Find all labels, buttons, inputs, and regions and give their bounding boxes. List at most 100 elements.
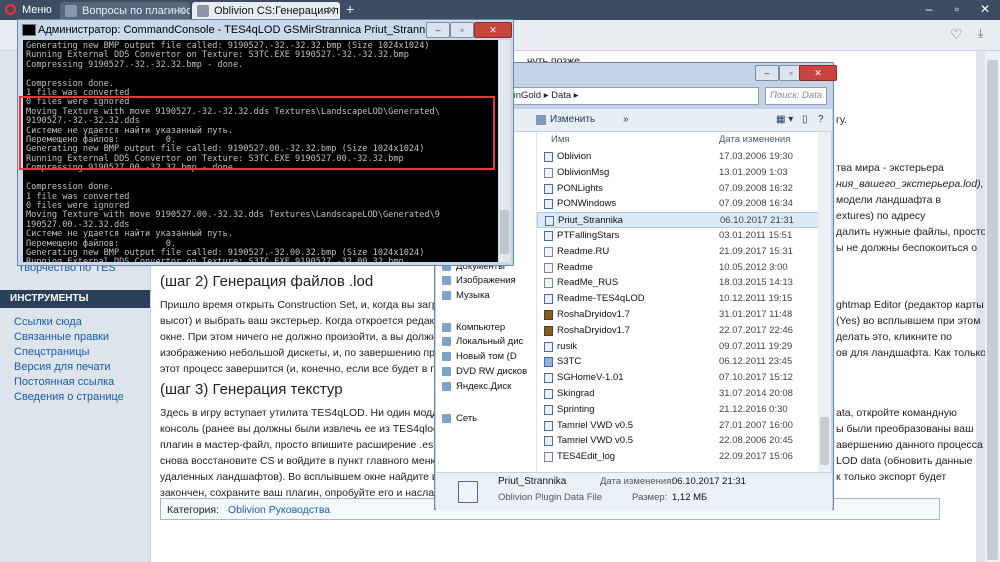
tab-forum-questions[interactable]: Вопросы по плагиностр ✕ — [60, 2, 190, 20]
file-row[interactable]: Priut_Strannika 06.10.2017 21:31 — [537, 212, 819, 228]
minimize-window-icon[interactable]: – — [755, 65, 779, 81]
paragraph-line: плагин в мастер-файл, просто впишите рас… — [160, 439, 434, 451]
opera-menu-button[interactable]: Меню — [0, 0, 58, 20]
details-file-type: Oblivion Plugin Data File — [498, 492, 603, 503]
esp-file-icon — [458, 481, 478, 503]
nav-item[interactable]: Музыка — [442, 289, 490, 302]
file-row[interactable]: PTFallingStars 03.01.2011 15:51 — [537, 228, 819, 244]
minimize-window-icon[interactable]: – — [916, 0, 942, 18]
toolbar-more-button[interactable]: » — [623, 109, 629, 131]
file-row[interactable]: Readme 10.05.2012 3:00 — [537, 260, 819, 276]
column-header-date[interactable]: Дата изменения — [719, 134, 790, 145]
details-size-label: Размер: — [632, 492, 668, 503]
nav-item[interactable]: Яндекс.Диск — [442, 380, 511, 393]
paragraph-line: изображению небольшой дискеты, и, по зав… — [160, 347, 434, 359]
new-tab-button[interactable]: + — [346, 1, 354, 17]
file-row[interactable]: RoshaDryidov1.7 31.01.2017 11:48 — [537, 307, 819, 323]
views-icon[interactable]: ▦ ▾ — [776, 109, 793, 131]
change-view-button[interactable]: Изменить — [550, 109, 595, 131]
content-fragment: ния_вашего_экстерьера.lod), — [836, 178, 984, 190]
file-row[interactable]: PONWindows 07.09.2008 16:34 — [537, 196, 819, 212]
sidebar-link-permalink[interactable]: Постоянная ссылка — [14, 376, 114, 388]
file-date: 06.10.2017 21:31 — [720, 215, 794, 227]
content-fragment: гу. — [836, 114, 847, 126]
file-icon — [544, 404, 553, 415]
details-date-label: Дата изменения: — [600, 476, 675, 487]
sidebar-link-special-pages[interactable]: Спецстраницы — [14, 346, 89, 358]
file-row[interactable]: Oblivion 17.03.2006 19:30 — [537, 149, 819, 165]
nav-item-icon — [442, 367, 451, 376]
file-icon — [544, 278, 553, 289]
file-row[interactable]: Readme-TES4qLOD 10.12.2011 19:15 — [537, 291, 819, 307]
column-header-name[interactable]: Имя — [551, 134, 570, 145]
minimize-window-icon[interactable]: – — [426, 22, 450, 38]
file-name: Tamriel VWD v0.5 — [557, 419, 634, 431]
sidebar-link-related-changes[interactable]: Связанные правки — [14, 331, 109, 343]
sidebar-link-page-info[interactable]: Сведения о странице — [14, 391, 124, 403]
file-name: Oblivion — [557, 151, 592, 162]
details-date-value: 06.10.2017 21:31 — [672, 476, 746, 487]
file-row[interactable]: SGHomeV-1.01 07.10.2017 15:12 — [537, 370, 819, 386]
tab-favicon-icon — [65, 5, 77, 17]
file-row[interactable]: rusik 09.07.2011 19:29 — [537, 339, 819, 355]
file-date: 07.09.2008 16:34 — [719, 198, 793, 210]
nav-item[interactable]: Изображения — [442, 274, 516, 287]
help-icon[interactable]: ? — [818, 109, 824, 131]
paragraph-line: этот процесс завершится (и, конечно, есл… — [160, 363, 434, 375]
file-name: Readme.RU — [557, 245, 610, 257]
file-row[interactable]: Sprinting 21.12.2016 0:30 — [537, 402, 819, 418]
file-name: rusik — [557, 340, 578, 352]
file-date: 18.03.2015 14:13 — [719, 277, 793, 289]
sidebar-link-whatlinkshere[interactable]: Ссылки сюда — [14, 316, 82, 328]
page-scrollbar-thumb[interactable] — [987, 60, 998, 560]
file-row[interactable]: ReadMe_RUS 18.03.2015 14:13 — [537, 275, 819, 291]
download-icon[interactable]: ⤓ — [978, 26, 983, 41]
nav-item[interactable]: Локальный дис — [442, 335, 523, 348]
explorer-scrollbar-thumb[interactable] — [820, 417, 829, 465]
close-tab-icon[interactable]: ✕ — [327, 2, 336, 20]
close-window-icon[interactable]: ✕ — [972, 0, 998, 18]
file-date: 31.07.2014 20:08 — [719, 388, 793, 399]
nav-item-label: Музыка — [456, 290, 490, 301]
section-heading-step3: (шаг 3) Генерация текстур — [160, 381, 343, 398]
nav-item[interactable]: Новый том (D — [442, 350, 517, 363]
close-window-icon[interactable]: ✕ — [474, 22, 512, 38]
paragraph-line: снова восстановите CS и войдите в пункт … — [160, 455, 434, 467]
file-row[interactable]: Readme.RU 21.09.2017 15:31 — [537, 244, 819, 260]
maximize-window-icon[interactable]: ▫ — [450, 22, 474, 38]
file-row[interactable]: Tamriel VWD v0.5 22.08.2006 20:45 — [537, 433, 819, 449]
heart-icon[interactable]: ♡ — [950, 26, 963, 43]
file-row[interactable]: Skingrad 31.07.2014 20:08 — [537, 386, 819, 402]
content-fragment: ы не должны беспокоиться о — [836, 242, 978, 254]
sidebar-link-print[interactable]: Версия для печати — [14, 361, 111, 373]
nav-item[interactable]: DVD RW дисков — [442, 365, 527, 378]
file-row[interactable]: TES4Edit_log 22.09.2017 15:06 — [537, 449, 819, 465]
nav-item[interactable]: Сеть — [442, 412, 477, 425]
explorer-scrollbar[interactable] — [818, 132, 831, 472]
console-scrollbar-thumb[interactable] — [500, 210, 509, 254]
tab-oblivion-cs[interactable]: Oblivion CS:Генерация л ✕ — [192, 2, 340, 20]
paragraph-line: консоль (ранее вы должны были извлечь ее… — [160, 423, 434, 435]
menu-label: Меню — [22, 4, 52, 16]
nav-item-label: Компьютер — [456, 322, 506, 333]
file-row[interactable]: PONLights 07.09.2008 16:32 — [537, 181, 819, 197]
close-tab-icon[interactable]: ✕ — [177, 2, 186, 20]
content-fragment: тва мира - экстерьера — [836, 162, 944, 174]
file-row[interactable]: Tamriel VWD v0.5 27.01.2007 16:00 — [537, 418, 819, 434]
category-link[interactable]: Oblivion Руководства — [228, 504, 330, 516]
file-icon — [544, 262, 553, 273]
nav-item[interactable]: Компьютер — [442, 321, 505, 334]
file-date: 09.07.2011 19:29 — [719, 340, 793, 352]
file-row[interactable]: RoshaDryidov1.7 22.07.2017 22:46 — [537, 323, 819, 339]
file-row[interactable]: OblivionMsg 13.01.2009 1:03 — [537, 165, 819, 181]
file-name: SGHomeV-1.01 — [557, 372, 624, 384]
file-date: 22.08.2006 20:45 — [719, 435, 793, 447]
maximize-window-icon[interactable]: ▫ — [944, 0, 970, 18]
close-window-icon[interactable]: ✕ — [799, 65, 837, 81]
explorer-search-input[interactable]: Поиск: Data — [765, 87, 827, 105]
content-fragment: extures) по адресу — [836, 210, 926, 222]
file-row[interactable]: S3TC 06.12.2011 23:45 — [537, 354, 819, 370]
preview-pane-icon[interactable]: ▯ — [802, 109, 808, 131]
console-scrollbar[interactable] — [499, 40, 510, 262]
opera-logo-icon — [5, 4, 16, 15]
